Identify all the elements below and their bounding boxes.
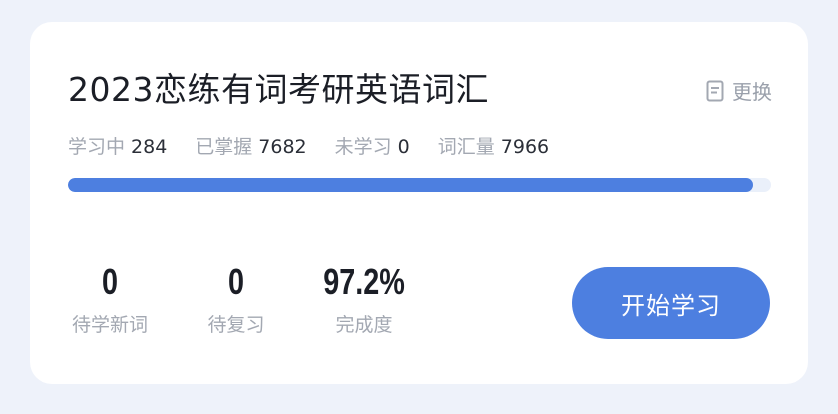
stat-learning: 学习中 284	[68, 132, 167, 159]
start-learning-button[interactable]: 开始学习	[572, 267, 770, 339]
change-book-label: 更换	[732, 80, 772, 104]
metric-completion-label: 完成度	[335, 314, 393, 336]
metric-review-value: 0	[227, 261, 245, 302]
stat-learning-value: 284	[131, 136, 168, 158]
metric-new-words-label: 待学新词	[71, 314, 148, 336]
stat-unlearned: 未学习 0	[335, 132, 410, 159]
stat-mastered: 已掌握 7682	[195, 132, 306, 159]
stat-mastered-value: 7682	[258, 136, 307, 158]
stat-unlearned-label: 未学习	[334, 136, 392, 158]
metric-completion-value: 97.2%	[323, 261, 405, 302]
metric-new-words-value: 0	[101, 261, 119, 302]
metric-review: 0 待复习	[176, 260, 296, 337]
metric-new-words: 0 待学新词	[40, 260, 180, 337]
stat-total-label: 词汇量	[437, 136, 495, 158]
metric-completion: 97.2% 完成度	[302, 260, 426, 337]
vocab-book-card: 2023恋练有词考研英语词汇 更换 学习中 284 已掌握 7682 未学习 0 词汇…	[30, 22, 808, 384]
stats-row: 学习中 284 已掌握 7682 未学习 0 词汇量 7966	[68, 132, 577, 159]
progress-bar-fill	[68, 178, 754, 192]
stat-total: 词汇量 7966	[438, 132, 549, 159]
stat-learning-label: 学习中	[68, 136, 126, 158]
metric-review-label: 待复习	[207, 314, 265, 336]
progress-bar	[68, 178, 771, 192]
stat-mastered-label: 已掌握	[195, 136, 253, 158]
book-title: 2023恋练有词考研英语词汇	[68, 70, 489, 109]
document-icon	[706, 80, 724, 102]
stat-unlearned-value: 0	[397, 136, 410, 158]
stat-total-value: 7966	[500, 136, 550, 158]
change-book-button[interactable]: 更换	[706, 76, 772, 105]
